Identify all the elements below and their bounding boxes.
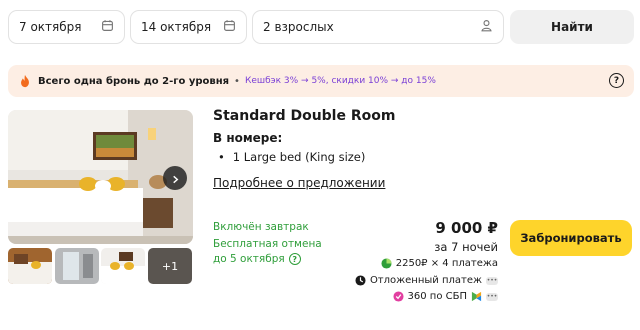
in-room-label: В номере: <box>213 131 283 145</box>
sbp-icon <box>471 291 482 302</box>
sbp-payment-option[interactable]: 360 по СБП ••• <box>392 291 498 302</box>
bed-list-item: • 1 Large bed (King size) <box>218 150 365 164</box>
calendar-icon <box>101 19 114 35</box>
sbp-payment-text: 360 по СБП <box>407 291 467 302</box>
calendar-icon <box>223 19 236 35</box>
promo-separator: • <box>234 75 240 87</box>
photo-thumbnail[interactable] <box>8 248 52 284</box>
more-icon[interactable]: ••• <box>486 292 498 301</box>
split-payment-icon <box>381 258 392 269</box>
promo-banner: Всего одна бронь до 2-го уровня • Кешбэк… <box>8 65 634 97</box>
book-button[interactable]: Забронировать <box>510 220 632 256</box>
person-icon <box>480 19 493 35</box>
sbp-badge-icon <box>392 291 404 302</box>
offer-details-link[interactable]: Подробнее о предложении <box>213 176 385 190</box>
promo-main-text: Всего одна бронь до 2-го уровня <box>38 75 230 87</box>
free-cancellation: Бесплатная отмена <box>213 238 322 250</box>
photo-thumbnail[interactable] <box>101 248 145 284</box>
more-icon[interactable]: ••• <box>486 276 498 285</box>
help-icon[interactable]: ? <box>609 73 624 88</box>
photo-thumbnail[interactable] <box>55 248 99 284</box>
guests-field[interactable]: 2 взрослых <box>252 10 504 44</box>
nights-count: за 7 ночей <box>434 240 498 254</box>
price: 9 000 ₽ <box>435 219 498 237</box>
info-icon[interactable]: ? <box>288 253 301 265</box>
find-button[interactable]: Найти <box>510 10 634 44</box>
more-photos-button[interactable]: +1 <box>148 248 192 284</box>
deferred-payment-option[interactable]: Отложенный платеж ••• <box>355 275 498 286</box>
bed-text: 1 Large bed (King size) <box>232 150 366 164</box>
checkin-date-field[interactable]: 7 октября <box>8 10 125 44</box>
breakfast-included: Включён завтрак <box>213 221 309 233</box>
guests-value: 2 взрослых <box>263 20 334 34</box>
checkout-date-value: 14 октября <box>141 20 212 34</box>
bullet: • <box>218 150 225 164</box>
split-payment-text: 2250₽ × 4 платежа <box>395 258 498 269</box>
room-title: Standard Double Room <box>213 108 396 124</box>
cancellation-date: до 5 октября <box>213 253 285 265</box>
fire-icon <box>18 74 32 88</box>
deferred-payment-text: Отложенный платеж <box>369 275 482 286</box>
deferred-payment-icon <box>355 275 366 286</box>
next-photo-button[interactable] <box>163 166 187 190</box>
split-payment-option[interactable]: 2250₽ × 4 платежа <box>381 258 498 269</box>
chevron-right-icon <box>171 169 180 188</box>
cancellation-deadline: до 5 октября ? <box>213 253 301 265</box>
checkout-date-field[interactable]: 14 октября <box>130 10 247 44</box>
promo-cashback-text: Кешбэк 3% → 5%, скидки 10% → до 15% <box>244 76 436 86</box>
checkin-date-value: 7 октября <box>19 20 82 34</box>
